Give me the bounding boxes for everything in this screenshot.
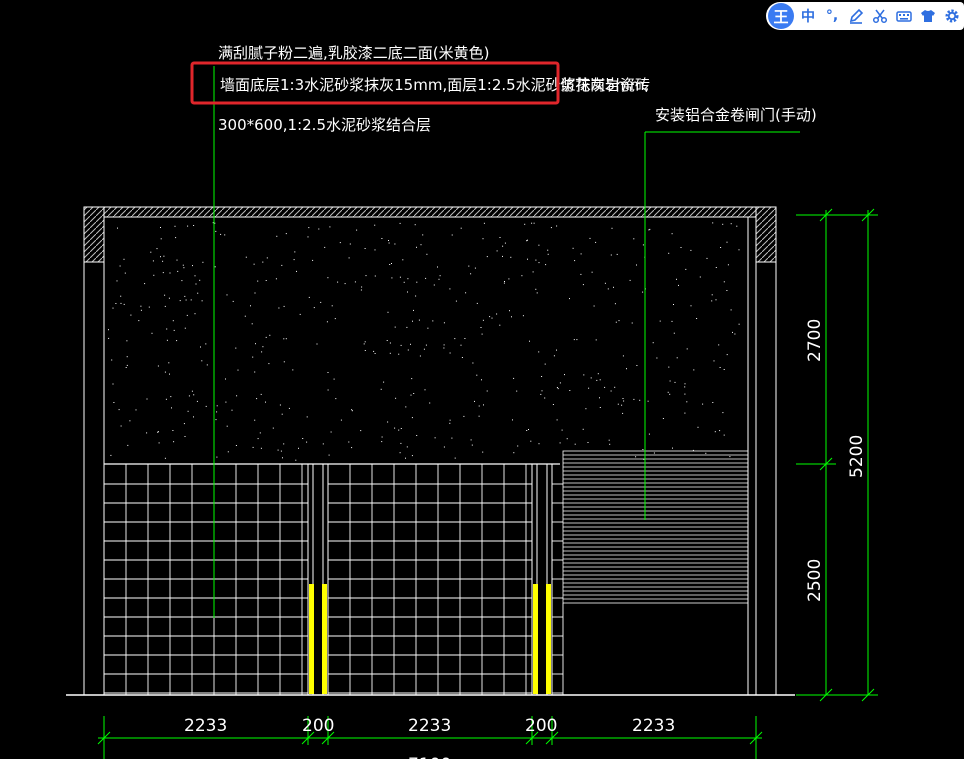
ime-logo[interactable]: 王 [768, 3, 794, 29]
note-granite-tile: 仿花岗岩瓷砖 [560, 76, 650, 94]
rolling-shutter-door [562, 450, 749, 604]
scissors-icon[interactable] [870, 4, 890, 28]
dim-column-1: 200 [302, 716, 334, 736]
dim-bay-2: 2233 [408, 716, 451, 736]
dim-bay-1: 2233 [184, 716, 227, 736]
dim-upper-2700: 2700 [805, 319, 825, 362]
gear-icon[interactable] [942, 4, 962, 28]
ime-toolbar[interactable]: 王 中 °, [766, 2, 964, 30]
dim-bay-3: 2233 [632, 716, 675, 736]
keyboard-icon[interactable] [894, 4, 914, 28]
dim-total-5200: 5200 [847, 435, 867, 478]
dim-lower-2500: 2500 [805, 559, 825, 602]
ime-punctuation-toggle[interactable]: °, [822, 4, 842, 28]
roof-slab [83, 206, 777, 263]
note-paint-finish: 满刮腻子粉二遍,乳胶漆二底二面(米黄色) [218, 44, 489, 62]
note-tile-spec: 300*600,1:2.5水泥砂浆结合层 [218, 116, 431, 134]
column-right [531, 463, 553, 696]
side-walls [83, 217, 777, 695]
column-left [307, 463, 329, 696]
note-rolling-door: 安装铝合金卷闸门(手动) [655, 106, 817, 124]
tile-grid [104, 463, 564, 695]
dim-total-width: 7100 [408, 755, 451, 759]
dim-column-2: 200 [525, 716, 557, 736]
ime-language-toggle[interactable]: 中 [798, 4, 818, 28]
pen-icon[interactable] [846, 4, 866, 28]
shirt-icon[interactable] [918, 4, 938, 28]
cad-drawing-canvas[interactable]: 满刮腻子粉二遍,乳胶漆二底二面(米黄色) 墙面底层1:3水泥砂浆抹灰15mm,面… [0, 0, 964, 759]
